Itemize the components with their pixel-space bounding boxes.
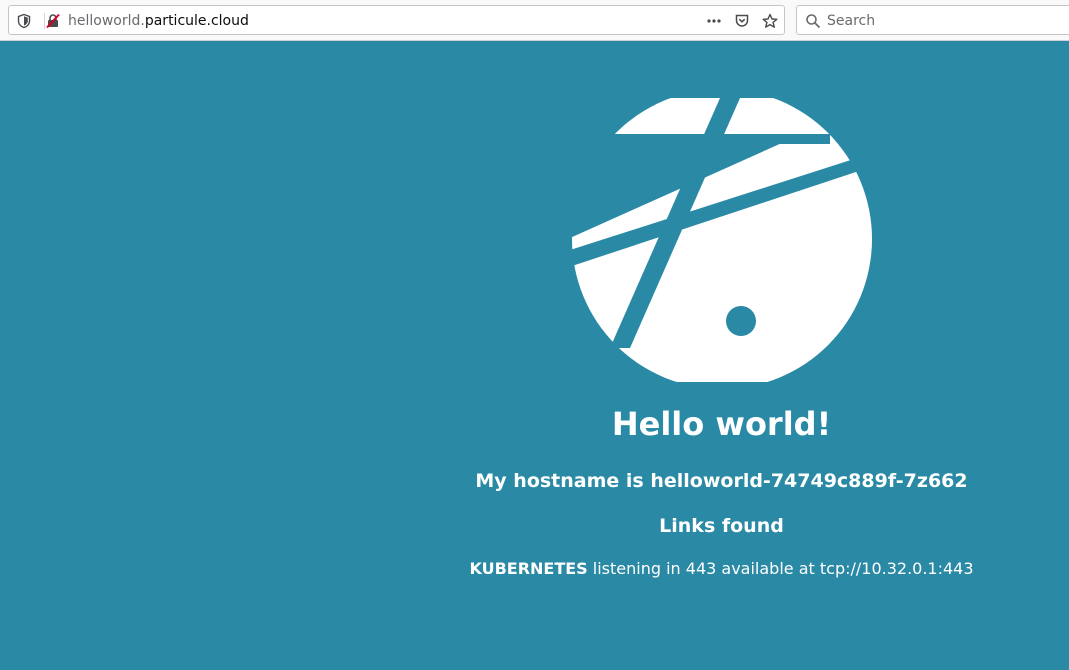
url-host: particule.cloud [144, 13, 249, 29]
address-bar[interactable]: helloworld.particule.cloud [8, 5, 785, 35]
link-description: listening in 443 available at tcp://10.3… [587, 559, 974, 578]
browser-toolbar: helloworld.particule.cloud Search [0, 0, 1069, 41]
url-text[interactable]: helloworld.particule.cloud [68, 12, 249, 30]
more-dots-icon[interactable] [706, 13, 722, 29]
url-subdomain: helloworld. [68, 13, 145, 29]
bookmark-star-icon[interactable] [762, 13, 778, 29]
page-title: Hello world! [611, 405, 832, 443]
link-item: KUBERNETES listening in 443 available at… [374, 558, 1069, 580]
pocket-icon[interactable] [734, 13, 750, 29]
link-name: KUBERNETES [469, 559, 588, 578]
hostname-text: My hostname is helloworld-74749c889f-7z6… [475, 470, 968, 492]
search-bar[interactable]: Search [796, 5, 1069, 35]
particule-logo-icon [570, 98, 872, 382]
shield-icon[interactable] [16, 13, 32, 29]
insecure-lock-icon[interactable] [45, 13, 61, 29]
links-heading: Links found [659, 515, 784, 537]
search-icon [805, 13, 821, 29]
search-placeholder: Search [827, 13, 876, 29]
